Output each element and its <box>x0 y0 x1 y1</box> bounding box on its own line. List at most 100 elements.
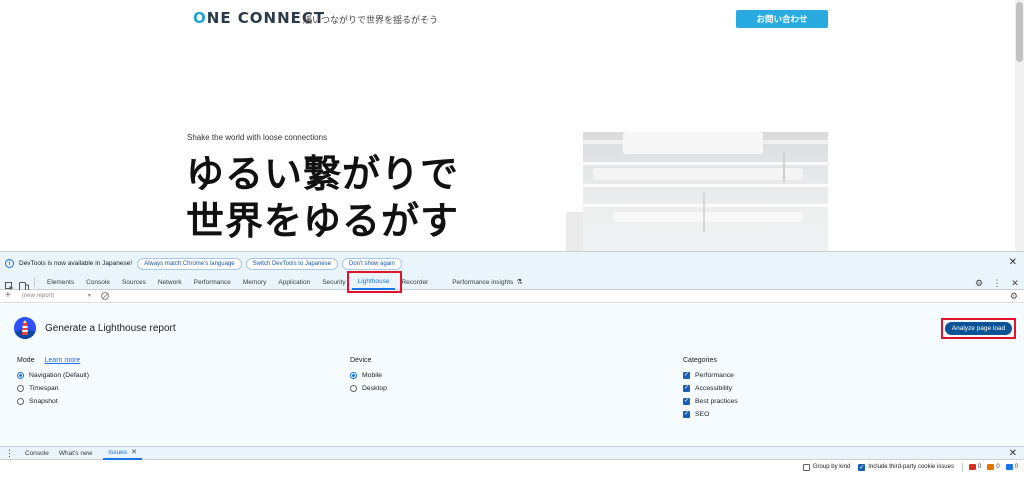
device-group: Device Mobile Desktop <box>350 357 387 395</box>
contact-button[interactable]: お問い合わせ <box>736 10 828 28</box>
tab-performance[interactable]: Performance <box>188 275 237 290</box>
devtools-tabbar: Elements Console Sources Network Perform… <box>0 275 1024 291</box>
drawer-tab-whats-new[interactable]: What's new <box>54 446 97 460</box>
issues-toolbar: Group by kind ✓ Include third-party cooki… <box>0 460 1024 474</box>
radio-selected-icon <box>17 372 24 379</box>
radio-selected-icon <box>350 372 357 379</box>
warning-icon <box>987 464 995 470</box>
tab-network[interactable]: Network <box>152 275 188 290</box>
hero-title: ゆるい繋がりで 世界をゆるがす <box>186 152 459 246</box>
hero-subtitle: Shake the world with loose connections <box>187 133 328 142</box>
info-icon: i <box>5 259 14 268</box>
include-third-party-label: Include third-party cookie issues <box>868 464 954 470</box>
tab-lighthouse[interactable]: Lighthouse <box>351 275 396 290</box>
warning-count-value: 0 <box>996 464 1000 470</box>
decor-block <box>566 212 584 251</box>
language-notice: i DevTools is now available in Japanese!… <box>0 252 1024 275</box>
analyze-page-load-button[interactable]: Analyze page load <box>945 322 1012 335</box>
learn-more-link[interactable]: Learn more <box>45 357 81 364</box>
mode-option-navigation[interactable]: Navigation (Default) <box>17 369 89 382</box>
tab-security[interactable]: Security <box>316 275 351 290</box>
tab-performance-insights-label: Performance insights <box>452 278 514 286</box>
tab-elements[interactable]: Elements <box>41 275 80 290</box>
drawer-tab-issues[interactable]: Issues ✕ <box>103 446 142 460</box>
tab-application[interactable]: Application <box>272 275 316 290</box>
error-count[interactable]: 0 <box>968 464 981 470</box>
tab-sources[interactable]: Sources <box>116 275 152 290</box>
lighthouse-panel: Generate a Lighthouse report Analyze pag… <box>0 304 1024 446</box>
tab-recorder[interactable]: Recorder <box>395 275 434 290</box>
device-toolbar-icon[interactable] <box>19 278 29 291</box>
mode-group: Mode Learn more Navigation (Default) Time… <box>17 357 89 408</box>
hero-title-line-2: 世界をゆるがす <box>186 201 460 243</box>
drawer-menu-icon[interactable]: ⋮ <box>5 448 14 458</box>
category-best-practices[interactable]: ✓ Best practices <box>683 395 738 408</box>
categories-group: Categories ✓ Performance ✓ Accessibility ✓… <box>683 357 738 421</box>
lighthouse-title: Generate a Lighthouse report <box>45 323 176 334</box>
drawer-tabbar: ⋮ Console What's new Issues ✕ ✕ <box>0 446 1024 460</box>
settings-icon[interactable]: ⚙ <box>974 278 984 288</box>
category-label: SEO <box>695 411 710 418</box>
checkbox-checked-icon: ✓ <box>683 372 690 379</box>
always-match-language-button[interactable]: Always match Chrome's language <box>137 257 242 270</box>
report-select-value: (new report) <box>21 293 55 299</box>
dropdown-arrow-icon: ▼ <box>86 293 92 299</box>
category-label: Best practices <box>695 398 738 405</box>
mode-option-snapshot[interactable]: Snapshot <box>17 395 89 408</box>
device-option-label: Desktop <box>362 385 387 392</box>
lighthouse-settings-icon[interactable]: ⚙ <box>1010 291 1018 302</box>
radio-icon <box>350 385 357 392</box>
website-viewport: ONE CONNECT 緩いつながりで世界を揺るがそう お問い合わせ Shake… <box>0 0 1024 251</box>
page-scrollbar-thumb[interactable] <box>1016 2 1023 62</box>
checkbox-checked-icon: ✓ <box>683 411 690 418</box>
device-heading: Device <box>350 357 372 364</box>
tab-performance-insights[interactable]: Performance insights ⚗ <box>446 275 528 290</box>
page-scrollbar[interactable] <box>1015 0 1024 251</box>
hero-title-line-1: ゆるい繋がりで <box>186 154 460 196</box>
device-option-label: Mobile <box>362 372 383 379</box>
category-performance[interactable]: ✓ Performance <box>683 369 738 382</box>
info-count-value: 0 <box>1014 464 1018 470</box>
close-notice-icon[interactable]: ✕ <box>1009 258 1017 268</box>
checkbox-checked-icon: ✓ <box>858 463 866 471</box>
report-select[interactable]: (new report) ▼ <box>19 291 95 301</box>
drawer-tab-console[interactable]: Console <box>20 446 54 460</box>
clear-reports-icon[interactable] <box>100 292 109 300</box>
close-devtools-icon[interactable]: ✕ <box>1010 278 1020 288</box>
devtools-panel: i DevTools is now available in Japanese!… <box>0 251 1024 486</box>
checkbox-icon <box>802 463 810 471</box>
warning-count[interactable]: 0 <box>987 464 1000 470</box>
lighthouse-logo-icon <box>14 317 36 339</box>
inspect-element-icon[interactable] <box>5 278 14 290</box>
switch-to-japanese-button[interactable]: Switch DevTools to Japanese <box>245 257 338 270</box>
device-option-mobile[interactable]: Mobile <box>350 369 387 382</box>
mode-option-timespan[interactable]: Timespan <box>17 382 89 395</box>
include-third-party-checkbox[interactable]: ✓ Include third-party cookie issues <box>858 463 954 471</box>
tab-console[interactable]: Console <box>80 275 116 290</box>
lighthouse-toolbar: + (new report) ▼ ⚙ <box>0 290 1024 303</box>
checkbox-checked-icon: ✓ <box>683 385 690 392</box>
new-report-icon[interactable]: + <box>5 291 11 301</box>
mode-option-label: Snapshot <box>29 398 58 405</box>
category-accessibility[interactable]: ✓ Accessibility <box>683 382 738 395</box>
info-count-icon <box>1005 464 1013 470</box>
radio-icon <box>17 398 24 405</box>
group-by-kind-label: Group by kind <box>812 464 851 470</box>
radio-icon <box>17 385 24 392</box>
mode-option-label: Navigation (Default) <box>29 372 90 379</box>
close-tab-icon[interactable]: ✕ <box>131 448 137 456</box>
category-seo[interactable]: ✓ SEO <box>683 408 738 421</box>
device-option-desktop[interactable]: Desktop <box>350 382 387 395</box>
group-by-kind-checkbox[interactable]: Group by kind <box>802 463 851 471</box>
info-count[interactable]: 0 <box>1005 464 1018 470</box>
notice-message: DevTools is now available in Japanese! <box>19 260 133 267</box>
mode-heading: Mode <box>17 357 35 364</box>
tab-memory[interactable]: Memory <box>237 275 272 290</box>
flask-icon: ⚗ <box>516 279 523 286</box>
dont-show-again-button[interactable]: Don't show again <box>342 257 402 270</box>
category-label: Performance <box>695 372 734 379</box>
logo-mark: O <box>193 9 207 27</box>
close-drawer-icon[interactable]: ✕ <box>1009 449 1017 459</box>
more-options-icon[interactable]: ⋮ <box>992 278 1002 288</box>
categories-heading: Categories <box>683 357 717 364</box>
